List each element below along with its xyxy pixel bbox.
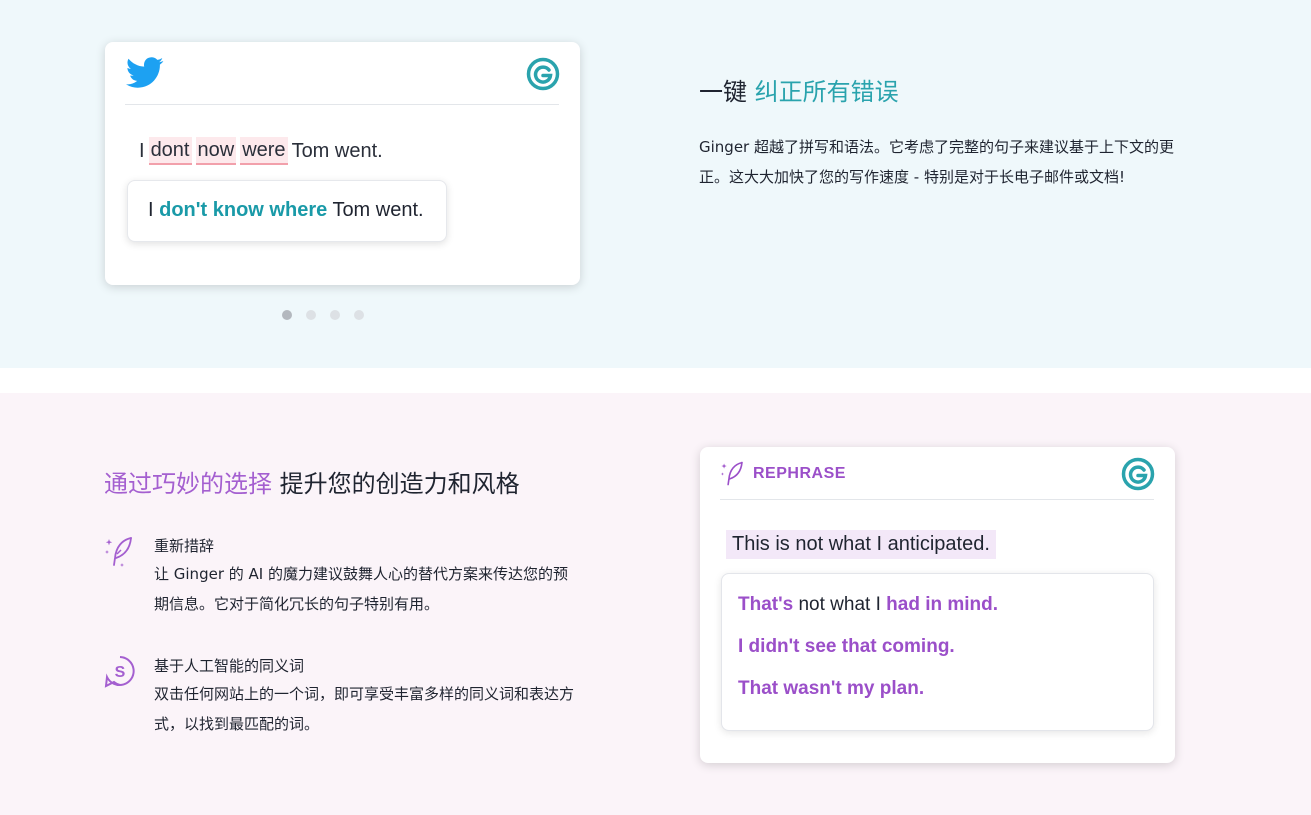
original-sentence[interactable]: This is not what I anticipated.	[726, 530, 996, 559]
heading-plain: 提升您的创造力和风格	[279, 470, 520, 498]
error-word[interactable]: now	[195, 137, 237, 165]
card-divider	[125, 104, 559, 105]
rephrase-option[interactable]: That wasn't my plan.	[738, 678, 924, 700]
svg-text:S: S	[115, 664, 126, 681]
twitter-icon	[126, 57, 164, 88]
style-heading: 通过巧妙的选择 提升您的创造力和风格	[104, 464, 520, 499]
heading-accent: 纠正所有错误	[754, 78, 899, 106]
error-word[interactable]: dont	[148, 137, 192, 165]
carousel-dot[interactable]	[306, 310, 316, 320]
suggestion-suffix: Tom went.	[332, 199, 424, 221]
option-plain: not what I	[793, 594, 887, 615]
carousel-dot[interactable]	[354, 310, 364, 320]
quill-sparkle-icon	[105, 537, 132, 567]
carousel-dot[interactable]	[330, 310, 340, 320]
quill-sparkle-icon	[720, 461, 743, 486]
correct-description: Ginger 超越了拼写和语法。它考虑了完整的句子来建议基于上下文的更正。这大大…	[699, 138, 1174, 186]
heading-accent: 通过巧妙的选择	[104, 470, 272, 498]
synonym-s-icon: S	[104, 656, 135, 688]
original-sentence: I dont now were Tom went.	[137, 137, 385, 165]
option-highlight: had in mind.	[886, 594, 999, 615]
carousel-dot[interactable]	[282, 310, 292, 320]
carousel-dots	[282, 310, 364, 320]
option-highlight: That wasn't my plan.	[738, 678, 925, 699]
suggestion-prefix: I	[148, 199, 154, 221]
error-word[interactable]: were	[240, 137, 288, 165]
option-highlight: That's	[738, 594, 794, 615]
rephrase-option[interactable]: I didn't see that coming.	[738, 636, 955, 658]
suggestion-highlight: don't know where	[159, 199, 328, 221]
rephrase-option[interactable]: That's not what I had in mind.	[738, 594, 998, 616]
correct-heading: 一键 纠正所有错误	[699, 72, 899, 107]
synonym-feature-title: 基于人工智能的同义词	[154, 657, 305, 675]
correction-demo-card: I dont now were Tom went. I don't know w…	[105, 42, 580, 285]
rephrase-label: REPHRASE	[753, 465, 846, 482]
heading-plain: 一键	[699, 78, 747, 106]
card-divider	[720, 499, 1154, 500]
rephrase-demo-card: REPHRASE This is not what I anticipated.…	[700, 447, 1175, 763]
option-highlight: I didn't see that coming.	[738, 636, 955, 657]
section-gap	[0, 368, 1311, 393]
ginger-g-icon	[1121, 457, 1155, 491]
synonym-feature-description: 双击任何网站上的一个词，即可享受丰富多样的同义词和表达方式，以找到最匹配的词。	[154, 685, 575, 733]
sentence-prefix: I	[139, 139, 145, 162]
correction-suggestion[interactable]: I don't know where Tom went.	[127, 180, 447, 242]
rephrase-feature-title: 重新措辞	[154, 537, 215, 555]
ginger-g-icon	[526, 57, 560, 91]
rephrase-options: That's not what I had in mind. I didn't …	[721, 573, 1154, 731]
rephrase-feature-description: 让 Ginger 的 AI 的魔力建议鼓舞人心的替代方案来传达您的预期信息。它对…	[154, 565, 568, 613]
sentence-suffix: Tom went.	[291, 139, 383, 162]
